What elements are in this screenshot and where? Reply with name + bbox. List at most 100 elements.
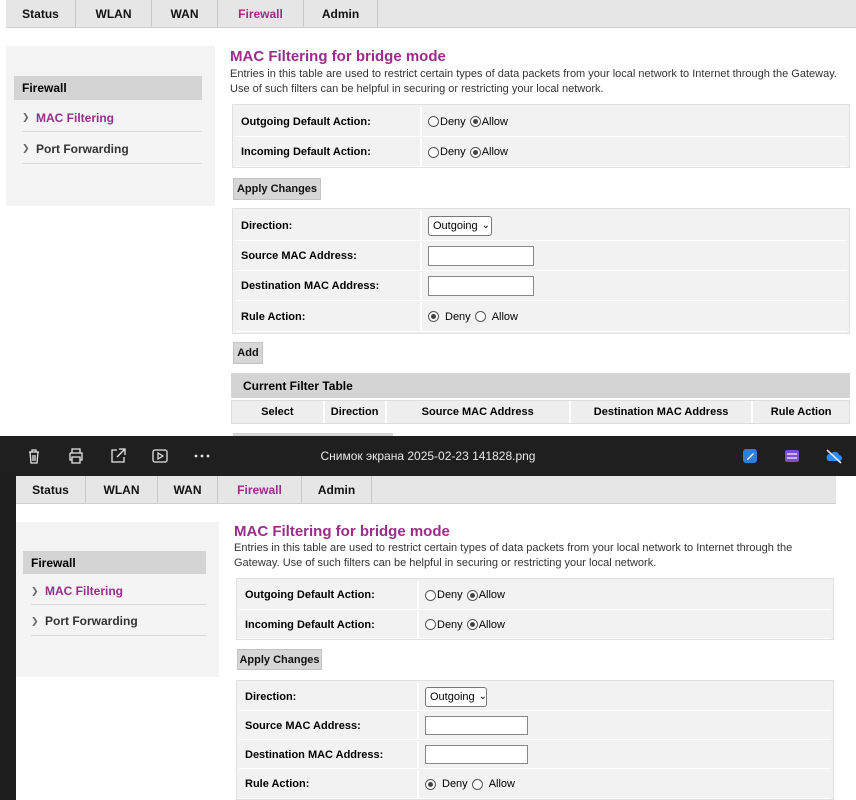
filter-table-header: Select Direction Source MAC Address Dest… <box>231 400 850 424</box>
direction-value-cell: Outgoing ⌄ <box>420 211 492 240</box>
outgoing-allow-radio[interactable] <box>466 589 478 601</box>
tab-status[interactable]: Status <box>6 0 76 27</box>
deny-label: Deny <box>440 146 466 158</box>
direction-select-value: Outgoing <box>430 690 475 703</box>
dest-mac-input[interactable] <box>425 745 528 764</box>
sidebar-item-mac-filtering[interactable]: ❯ MAC Filtering <box>22 104 202 132</box>
incoming-deny-radio[interactable] <box>425 619 436 630</box>
source-mac-row: Source MAC Address: <box>239 712 831 740</box>
dest-mac-cell <box>420 272 534 300</box>
tab-wlan[interactable]: WLAN <box>76 0 152 27</box>
outgoing-deny-radio[interactable] <box>428 116 439 127</box>
dest-mac-row: Destination MAC Address: <box>235 272 847 301</box>
outgoing-default-row: Outgoing Default Action: Deny Allow <box>239 581 831 610</box>
rule-action-options: Deny Allow <box>417 770 519 798</box>
rule-deny-radio[interactable] <box>428 311 439 322</box>
apply-changes-button[interactable]: Apply Changes <box>233 178 321 200</box>
allow-label: Allow <box>478 618 505 631</box>
rule-allow-radio[interactable] <box>474 311 486 322</box>
edit-icon[interactable] <box>740 446 760 466</box>
rule-action-label: Rule Action: <box>241 310 306 323</box>
rule-action-row: Rule Action: Deny Allow <box>235 302 847 332</box>
outgoing-deny-radio[interactable] <box>425 589 436 601</box>
deny-label: Deny <box>437 589 463 601</box>
sidebar-item-mac-filtering[interactable]: ❯ MAC Filtering <box>31 578 206 605</box>
default-actions-panel: Outgoing Default Action: Deny Allow Inco… <box>232 104 850 168</box>
main-content: MAC Filtering for bridge mode Entries in… <box>230 0 856 436</box>
direction-row: Direction: Outgoing ⌄ <box>239 683 831 711</box>
deny-label: Deny <box>442 778 468 790</box>
direction-select-value: Outgoing <box>433 219 478 232</box>
source-mac-cell <box>420 242 534 270</box>
direction-label: Direction: <box>241 219 293 232</box>
incoming-deny-radio[interactable] <box>428 146 439 158</box>
incoming-default-row: Incoming Default Action: Deny Allow <box>235 138 847 167</box>
column-header-dest-mac: Destination MAC Address <box>571 401 754 423</box>
sidebar-item-label: MAC Filtering <box>45 584 123 598</box>
incoming-allow-radio[interactable] <box>469 146 481 158</box>
direction-select[interactable]: Outgoing ⌄ <box>428 215 492 236</box>
deny-label: Deny <box>437 618 463 631</box>
sidebar-header: Firewall <box>23 551 206 574</box>
page-description: Entries in this table are used to restri… <box>234 542 793 569</box>
dest-mac-row: Destination MAC Address: <box>239 741 831 769</box>
tab-wlan[interactable]: WLAN <box>86 476 158 503</box>
dest-mac-label: Destination MAC Address: <box>241 280 380 292</box>
source-mac-input[interactable] <box>425 716 528 735</box>
router-page-bottom: Status WLAN WAN Firewall Admin Firewall … <box>16 476 856 800</box>
page-description: Entries in this table are used to restri… <box>230 68 837 95</box>
outgoing-allow-radio[interactable] <box>469 116 481 127</box>
main-content: MAC Filtering for bridge mode Entries in… <box>234 476 838 800</box>
direction-select[interactable]: Outgoing ⌄ <box>425 686 487 707</box>
rule-action-options: Deny Allow <box>420 302 522 331</box>
direction-row: Direction: Outgoing ⌄ <box>235 211 847 241</box>
incoming-default-options: Deny Allow <box>417 611 509 638</box>
onedrive-icon[interactable] <box>824 446 844 466</box>
source-mac-cell <box>417 712 528 739</box>
filter-table-title: Current Filter Table <box>231 373 850 398</box>
incoming-default-row: Incoming Default Action: Deny Allow <box>239 611 831 639</box>
rule-form-panel: Direction: Outgoing ⌄ Source MAC Address… <box>232 208 850 334</box>
rule-deny-radio[interactable] <box>425 778 436 790</box>
outgoing-default-options: Deny Allow <box>417 581 509 609</box>
incoming-default-label: Incoming Default Action: <box>241 146 371 158</box>
outgoing-default-row: Outgoing Default Action: Deny Allow <box>235 107 847 137</box>
clipchamp-icon[interactable] <box>782 446 802 466</box>
tab-status[interactable]: Status <box>16 476 86 503</box>
image-viewer-toolbar: Снимок экрана 2025-02-23 141828.png <box>0 436 856 476</box>
apply-changes-button[interactable]: Apply Changes <box>237 649 322 670</box>
sidebar-header: Firewall <box>14 76 202 100</box>
chevron-right-icon: ❯ <box>31 585 39 596</box>
page-title: MAC Filtering for bridge mode <box>230 48 446 65</box>
dest-mac-input[interactable] <box>428 276 534 296</box>
source-mac-input[interactable] <box>428 246 534 266</box>
incoming-allow-radio[interactable] <box>466 619 478 630</box>
add-button[interactable]: Add <box>233 342 263 364</box>
allow-label: Allow <box>478 589 505 601</box>
sidebar-item-label: Port Forwarding <box>36 141 129 156</box>
allow-label: Allow <box>488 778 515 790</box>
source-mac-label: Source MAC Address: <box>245 719 361 732</box>
incoming-default-options: Deny Allow <box>420 138 512 166</box>
outgoing-default-label: Outgoing Default Action: <box>245 589 375 601</box>
default-actions-panel: Outgoing Default Action: Deny Allow Inco… <box>236 578 834 640</box>
tab-wan[interactable]: WAN <box>158 476 218 503</box>
page-title: MAC Filtering for bridge mode <box>234 523 450 540</box>
tab-wan[interactable]: WAN <box>152 0 218 27</box>
source-mac-row: Source MAC Address: <box>235 242 847 271</box>
column-header-rule-action: Rule Action <box>770 406 832 418</box>
sidebar-item-label: MAC Filtering <box>36 110 114 125</box>
sidebar-item-port-forwarding[interactable]: ❯ Port Forwarding <box>31 607 206 636</box>
allow-label: Allow <box>491 310 518 323</box>
sidebar: Firewall ❯ MAC Filtering ❯ Port Forwardi… <box>6 46 215 206</box>
column-header-select: Select <box>232 401 325 423</box>
outgoing-default-options: Deny Allow <box>420 107 512 136</box>
allow-label: Allow <box>481 146 508 158</box>
rule-form-panel: Direction: Outgoing ⌄ Source MAC Address… <box>236 680 834 800</box>
column-header-direction: Direction <box>325 401 387 423</box>
deny-label: Deny <box>440 115 466 128</box>
rule-action-row: Rule Action: Deny Allow <box>239 770 831 799</box>
outgoing-default-label: Outgoing Default Action: <box>241 115 371 128</box>
sidebar-item-port-forwarding[interactable]: ❯ Port Forwarding <box>22 134 202 164</box>
rule-allow-radio[interactable] <box>471 778 483 790</box>
